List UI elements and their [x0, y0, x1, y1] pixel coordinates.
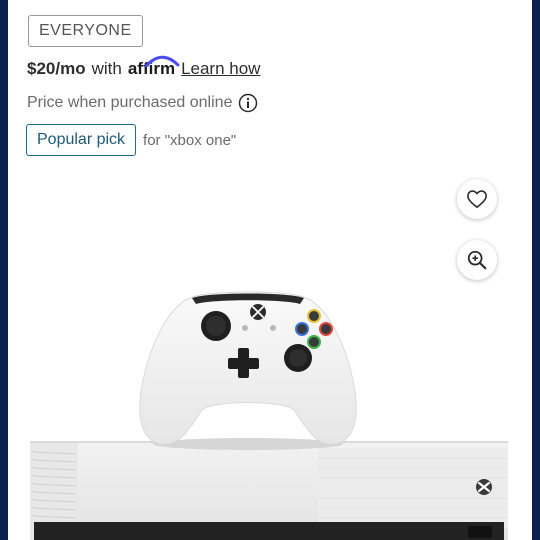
heart-icon	[467, 190, 487, 208]
zoom-button[interactable]	[457, 240, 497, 280]
price-note-text: Price when purchased online	[27, 94, 233, 111]
info-icon[interactable]	[238, 93, 258, 113]
product-page: EVERYONE $20/mo with affirm Learn how Pr…	[8, 0, 532, 540]
popular-pick-context: for "xbox one"	[143, 131, 237, 149]
esrb-rating-label: EVERYONE	[39, 22, 132, 39]
zoom-in-icon	[467, 250, 487, 270]
favorite-button[interactable]	[457, 179, 497, 219]
financing-with-text: with	[91, 59, 122, 78]
popular-pick-label: Popular pick	[37, 131, 126, 148]
financing-line: $20/mo with affirm Learn how	[27, 55, 260, 80]
popular-pick-badge: Popular pick	[26, 124, 137, 156]
product-image	[30, 291, 508, 540]
console-illustration	[30, 441, 508, 540]
affirm-logo: affirm	[128, 55, 180, 79]
monthly-price: $20/mo	[27, 59, 86, 78]
controller-illustration	[139, 291, 357, 450]
popular-pick-row: Popular pick for "xbox one"	[26, 124, 236, 156]
learn-how-link[interactable]: Learn how	[181, 59, 260, 79]
esrb-rating-badge: EVERYONE	[28, 15, 143, 47]
price-note: Price when purchased online	[27, 92, 258, 114]
affirm-logo-arc	[144, 55, 180, 67]
